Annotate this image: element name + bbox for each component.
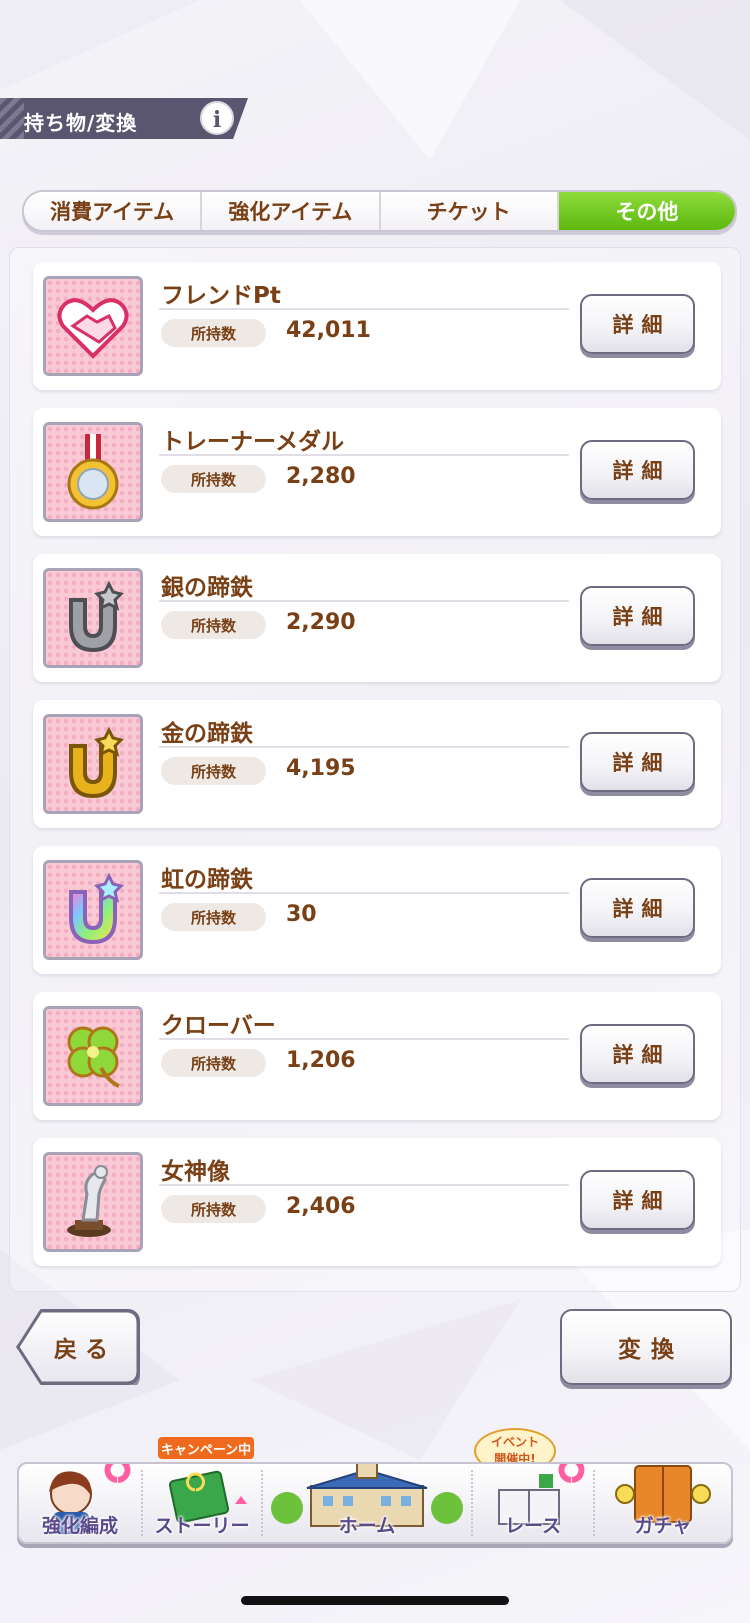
tab-others[interactable]: その他 (558, 192, 735, 230)
info-button[interactable]: i (200, 101, 234, 135)
list-item: クローバー 所持数 1,206 詳細 (33, 992, 721, 1120)
friend-pt-handshake-icon (43, 276, 143, 376)
rainbow-horseshoe-icon (43, 860, 143, 960)
detail-button[interactable]: 詳細 (580, 586, 695, 646)
qty-value: 4,195 (286, 756, 356, 781)
category-tabs: 消費アイテム 強化アイテム チケット その他 (22, 190, 737, 232)
back-button[interactable]: 戻る (16, 1309, 140, 1385)
qty-label: 所持数 (161, 465, 266, 493)
list-item: 女神像 所持数 2,406 詳細 (33, 1138, 721, 1266)
tab-consumables[interactable]: 消費アイテム (24, 192, 203, 230)
qty-label: 所持数 (161, 903, 266, 931)
trainer-medal-icon (43, 422, 143, 522)
divider (159, 308, 569, 310)
tab-enhancement[interactable]: 強化アイテム (202, 192, 381, 230)
qty-label: 所持数 (161, 611, 266, 639)
header-stripes (0, 98, 24, 139)
item-name: 銀の蹄鉄 (161, 575, 253, 601)
goddess-statue-icon (43, 1152, 143, 1252)
item-name: トレーナーメダル (161, 429, 345, 455)
item-name: 虹の蹄鉄 (161, 867, 253, 893)
nav-gacha[interactable]: ガチャ (595, 1464, 731, 1542)
nav-race[interactable]: レース (473, 1457, 593, 1542)
event-badge-line1: イベント (490, 1435, 539, 1449)
detail-button[interactable]: 詳細 (580, 878, 695, 938)
detail-button[interactable]: 詳細 (580, 294, 695, 354)
nav-label: 強化編成 (41, 1515, 118, 1537)
list-item: 銀の蹄鉄 所持数 2,290 詳細 (33, 554, 721, 682)
qty-value: 30 (286, 902, 317, 927)
item-name: 女神像 (161, 1159, 230, 1185)
nav-enhance[interactable]: 強化編成 (19, 1457, 141, 1542)
tab-tickets[interactable]: チケット (380, 192, 559, 230)
campaign-badge: キャンペーン中 (158, 1437, 254, 1459)
qty-value: 42,011 (286, 318, 371, 343)
qty-label: 所持数 (161, 757, 266, 785)
detail-button[interactable]: 詳細 (580, 732, 695, 792)
item-name: フレンドPt (161, 283, 281, 309)
clover-icon (43, 1006, 143, 1106)
nav-story[interactable]: ストーリー (143, 1464, 261, 1542)
qty-value: 1,206 (286, 1048, 356, 1073)
nav-label: ホーム (338, 1515, 396, 1537)
qty-value: 2,406 (286, 1194, 356, 1219)
nav-home[interactable]: ホーム (263, 1455, 471, 1542)
qty-value: 2,290 (286, 610, 356, 635)
detail-button[interactable]: 詳細 (580, 440, 695, 500)
qty-label: 所持数 (161, 1195, 266, 1223)
qty-label: 所持数 (161, 319, 266, 347)
divider (159, 892, 569, 894)
convert-button[interactable]: 変換 (560, 1309, 732, 1385)
item-name: 金の蹄鉄 (161, 721, 253, 747)
home-indicator (241, 1596, 509, 1605)
nav-label: ガチャ (634, 1515, 692, 1537)
detail-button[interactable]: 詳細 (580, 1170, 695, 1230)
bottom-nav: 強化編成 ストーリー ホーム レース ガチャ (17, 1455, 733, 1544)
page-title: 持ち物/変換 (24, 111, 138, 135)
detail-button[interactable]: 詳細 (580, 1024, 695, 1084)
divider (159, 454, 569, 456)
gold-horseshoe-icon (43, 714, 143, 814)
divider (159, 600, 569, 602)
list-item: フレンドPt 所持数 42,011 詳細 (33, 262, 721, 390)
silver-horseshoe-icon (43, 568, 143, 668)
nav-label: ストーリー (154, 1515, 250, 1537)
divider (159, 746, 569, 748)
list-item: トレーナーメダル 所持数 2,280 詳細 (33, 408, 721, 536)
divider (159, 1184, 569, 1186)
qty-value: 2,280 (286, 464, 356, 489)
qty-label: 所持数 (161, 1049, 266, 1077)
list-item: 虹の蹄鉄 所持数 30 詳細 (33, 846, 721, 974)
nav-label: レース (504, 1515, 562, 1537)
divider (159, 1038, 569, 1040)
item-name: クローバー (161, 1013, 276, 1039)
list-item: 金の蹄鉄 所持数 4,195 詳細 (33, 700, 721, 828)
